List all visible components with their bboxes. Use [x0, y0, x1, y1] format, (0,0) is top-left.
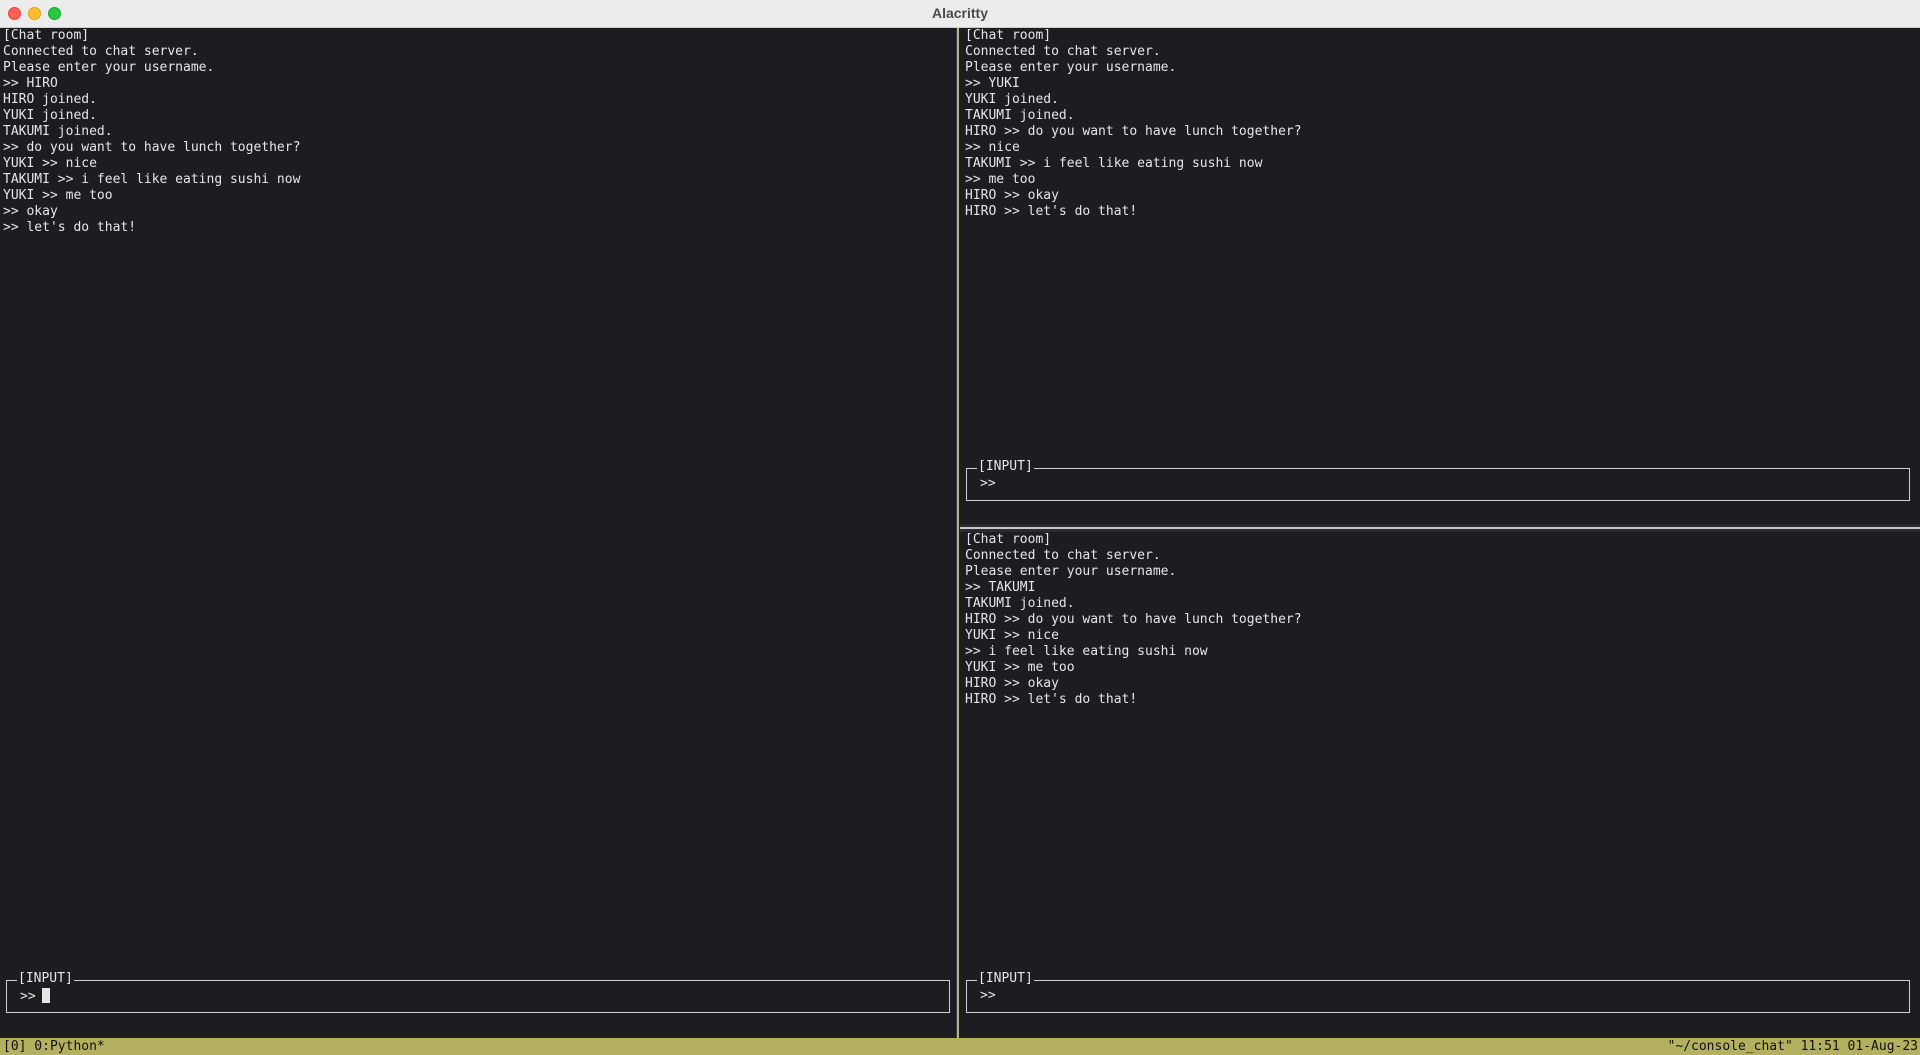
prompt-symbol: >> — [20, 989, 36, 1004]
input-box[interactable]: [INPUT] >> — [966, 971, 1910, 1013]
log-line: YUKI joined. — [3, 108, 97, 123]
log-line: >> do you want to have lunch together? — [3, 140, 301, 155]
tmux-status-bar: [0] 0:Python* "~/console_chat" 11:51 01-… — [0, 1038, 1920, 1055]
pane-bottom-right[interactable]: [Chat room] Connected to chat server. Plea… — [962, 532, 1920, 1038]
chat-log: [Chat room] Connected to chat server. Plea… — [965, 28, 1302, 220]
log-line: TAKUMI >> i feel like eating sushi now — [3, 172, 301, 187]
chat-log: [Chat room] Connected to chat server. Plea… — [965, 532, 1302, 708]
log-line: HIRO >> okay — [965, 188, 1059, 203]
input-prompt[interactable]: >> — [980, 988, 996, 1004]
input-box[interactable]: [INPUT] >> — [966, 459, 1910, 501]
input-legend: [INPUT] — [977, 971, 1034, 987]
input-legend: [INPUT] — [977, 459, 1034, 475]
log-line: Connected to chat server. — [3, 44, 199, 59]
terminal-area[interactable]: [Chat room] Connected to chat server. Plea… — [0, 28, 1920, 1038]
log-line: >> me too — [965, 172, 1036, 187]
input-box[interactable]: [INPUT] >> — [6, 971, 950, 1013]
log-line: Please enter your username. — [3, 60, 215, 75]
log-line: [Chat room] — [965, 532, 1052, 547]
text-cursor — [41, 988, 50, 1003]
pane-top-right[interactable]: [Chat room] Connected to chat server. Plea… — [962, 28, 1920, 526]
log-line: Please enter your username. — [965, 60, 1177, 75]
log-line: HIRO >> do you want to have lunch togeth… — [965, 612, 1302, 627]
log-line: YUKI >> nice — [965, 628, 1059, 643]
horizontal-pane-divider[interactable] — [960, 527, 1920, 529]
log-line: Please enter your username. — [965, 564, 1177, 579]
pane-left[interactable]: [Chat room] Connected to chat server. Plea… — [0, 28, 956, 1038]
log-line: >> YUKI — [965, 76, 1020, 91]
status-session-info: "~/console_chat" 11:51 01-Aug-23 — [1667, 1039, 1918, 1054]
log-line: TAKUMI joined. — [965, 596, 1075, 611]
input-prompt[interactable]: >> — [20, 988, 50, 1005]
log-line: >> okay — [3, 204, 58, 219]
log-line: YUKI >> me too — [3, 188, 113, 203]
log-line: [Chat room] — [965, 28, 1052, 43]
vertical-pane-divider[interactable] — [957, 28, 959, 1038]
log-line: YUKI joined. — [965, 92, 1059, 107]
log-line: TAKUMI joined. — [965, 108, 1075, 123]
chat-log: [Chat room] Connected to chat server. Plea… — [3, 28, 300, 236]
log-line: TAKUMI joined. — [3, 124, 113, 139]
log-line: Connected to chat server. — [965, 44, 1161, 59]
log-line: HIRO >> okay — [965, 676, 1059, 691]
log-line: Connected to chat server. — [965, 548, 1161, 563]
log-line: HIRO joined. — [3, 92, 97, 107]
log-line: >> let's do that! — [3, 220, 137, 235]
log-line: YUKI >> nice — [3, 156, 97, 171]
log-line: HIRO >> let's do that! — [965, 692, 1138, 707]
log-line: YUKI >> me too — [965, 660, 1075, 675]
input-legend: [INPUT] — [17, 971, 74, 987]
log-line: HIRO >> let's do that! — [965, 204, 1138, 219]
status-window-list[interactable]: [0] 0:Python* — [3, 1038, 105, 1055]
log-line: >> nice — [965, 140, 1020, 155]
log-line: HIRO >> do you want to have lunch togeth… — [965, 124, 1302, 139]
log-line: [Chat room] — [3, 28, 90, 43]
log-line: >> TAKUMI — [965, 580, 1036, 595]
log-line: >> HIRO — [3, 76, 58, 91]
log-line: >> i feel like eating sushi now — [965, 644, 1208, 659]
log-line: TAKUMI >> i feel like eating sushi now — [965, 156, 1263, 171]
input-prompt[interactable]: >> — [980, 476, 996, 492]
window-title: Alacritty — [931, 5, 989, 21]
window-titlebar[interactable]: Alacritty — [0, 0, 1920, 28]
